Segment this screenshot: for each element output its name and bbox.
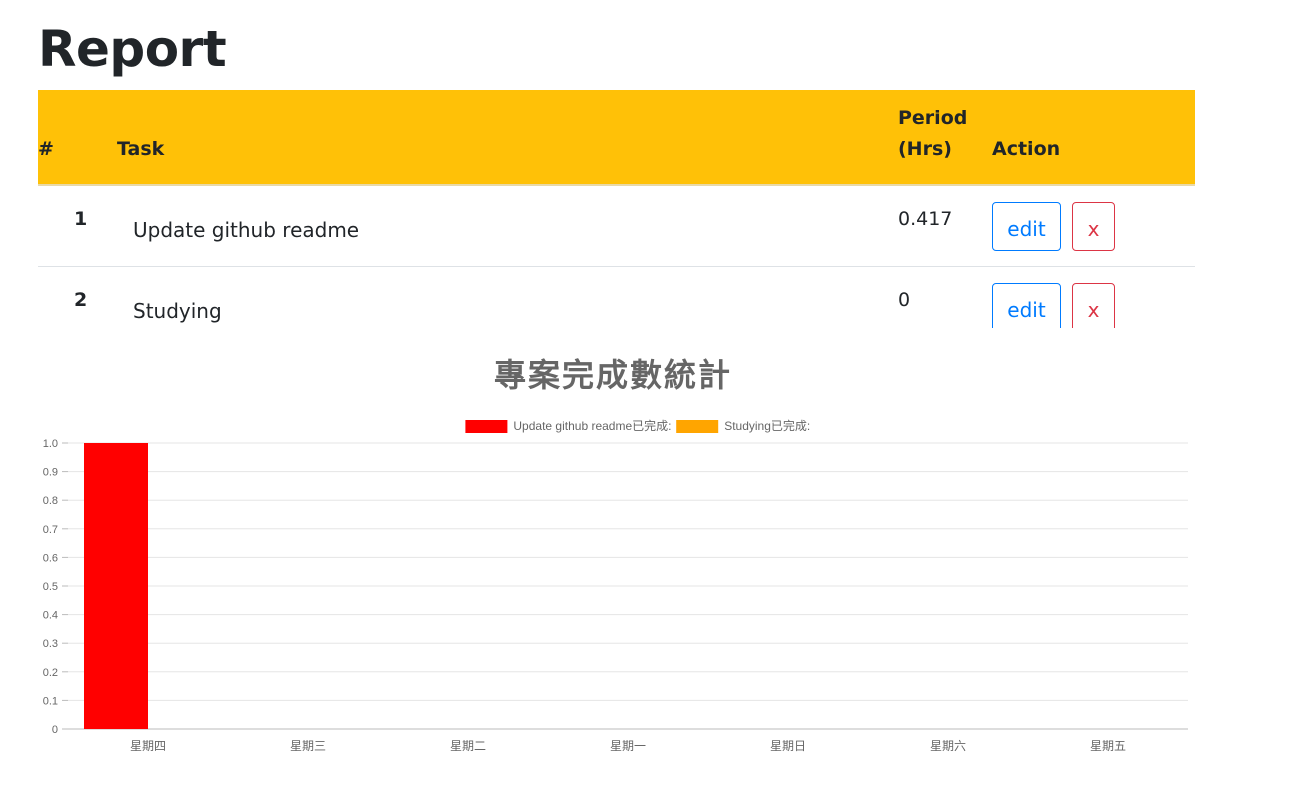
legend-label: Studying已完成: [724, 418, 810, 433]
task-table: # Task Period (Hrs) Action 1 Update gith… [38, 90, 1195, 328]
y-tick-label: 0.3 [43, 638, 58, 650]
edit-button[interactable]: edit [992, 202, 1061, 251]
table-header-row: # Task Period (Hrs) Action [38, 90, 1195, 186]
header-action: Action [992, 90, 1195, 186]
row-task: Studying [133, 299, 222, 323]
row-task: Update github readme [133, 218, 360, 242]
legend-swatch [676, 420, 719, 433]
y-tick-label: 0.6 [43, 552, 58, 564]
y-tick-label: 1.0 [43, 438, 58, 450]
x-tick-label: 星期三 [290, 739, 326, 753]
row-period: 0 [898, 289, 911, 311]
task-table-container: # Task Period (Hrs) Action 1 Update gith… [38, 90, 1195, 328]
row-period-cell: 0.417 [898, 185, 992, 267]
x-tick-label: 星期五 [1090, 739, 1126, 753]
header-num: # [38, 90, 117, 186]
x-tick-label: 星期六 [930, 739, 966, 753]
y-tick-label: 0.7 [43, 524, 58, 536]
header-period-line2: (Hrs) [898, 138, 952, 160]
y-tick-label: 0.9 [43, 467, 58, 479]
row-period-cell: 0 [898, 266, 992, 328]
header-period-line1: Period [898, 107, 968, 129]
y-tick-label: 0.2 [43, 667, 58, 679]
y-tick-label: 0.8 [43, 495, 58, 507]
x-tick-label: 星期二 [450, 739, 486, 753]
header-task: Task [117, 90, 898, 186]
chart-title: 專案完成數統計 [493, 356, 732, 394]
page-title: Report [38, 20, 227, 78]
table-body: 1 Update github readme 0.417 edit x 2 St… [38, 185, 1195, 328]
header-period: Period (Hrs) [898, 90, 992, 186]
row-num: 1 [74, 208, 88, 230]
legend-swatch [465, 420, 508, 433]
delete-button[interactable]: x [1072, 202, 1115, 251]
bar-chart: Update github readme已完成: Studying已完成: 0 0.1… [43, 418, 1188, 753]
row-task-cell: Update github readme [117, 185, 898, 267]
row-actions: edit x [992, 267, 1195, 328]
x-tick-label: 星期日 [770, 739, 806, 753]
delete-button[interactable]: x [1072, 283, 1115, 328]
row-num: 2 [74, 289, 88, 311]
y-tick-label: 0 [52, 724, 58, 736]
row-num-cell: 1 [38, 185, 117, 267]
x-tick-label: 星期四 [130, 739, 166, 753]
edit-button[interactable]: edit [992, 283, 1061, 328]
legend-label: Update github readme已完成: [513, 418, 671, 433]
y-tick-label: 0.5 [43, 581, 58, 593]
row-action-cell: edit x [992, 185, 1195, 267]
y-tick-label: 0.4 [43, 610, 58, 622]
table-header: # Task Period (Hrs) Action [38, 90, 1195, 186]
row-task-cell: Studying [117, 266, 898, 328]
bar [84, 443, 148, 729]
row-period: 0.417 [898, 208, 953, 230]
row-action-cell: edit x [992, 266, 1195, 328]
row-actions: edit x [992, 186, 1195, 251]
y-tick-label: 0.1 [43, 695, 58, 707]
row-num-cell: 2 [38, 266, 117, 328]
table-row: 2 Studying 0 edit x [38, 266, 1195, 328]
x-tick-label: 星期一 [610, 739, 646, 753]
table-row: 1 Update github readme 0.417 edit x [38, 185, 1195, 267]
